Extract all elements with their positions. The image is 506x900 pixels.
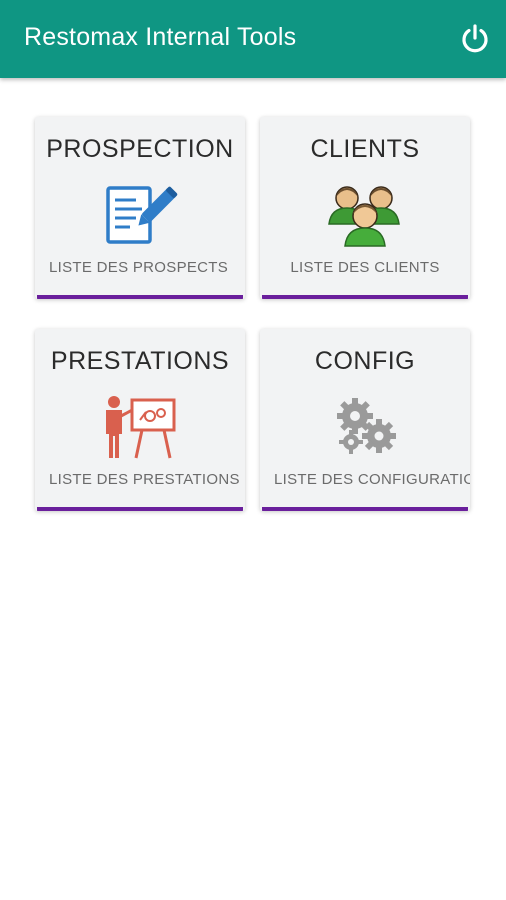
power-icon [462, 24, 488, 53]
tile-accent-bar [262, 295, 468, 299]
app-title: Restomax Internal Tools [24, 23, 297, 51]
tile-title: CONFIG [314, 347, 416, 375]
tile-title: PROSPECTION [46, 135, 234, 163]
tile-subtitle: LISTE DES CONFIGURATIONS [274, 471, 470, 488]
tile-title: PRESTATIONS [50, 347, 230, 375]
tile-accent-bar [262, 507, 468, 511]
tile-config[interactable]: CONFIG LISTE DES CONFIGURATIO [260, 329, 470, 511]
tile-accent-bar [37, 295, 243, 299]
power-button[interactable] [456, 20, 494, 58]
tile-prestations[interactable]: PRESTATIONS LISTE DES PRESTATIONS [35, 329, 245, 511]
tile-subtitle: LISTE DES PROSPECTS [49, 259, 229, 276]
tile-prospection[interactable]: PROSPECTION LISTE DES PROSPECTS [35, 117, 245, 299]
tile-title: CLIENTS [310, 135, 420, 163]
users-group-icon [320, 179, 410, 251]
app-bar: Restomax Internal Tools [0, 0, 506, 78]
tile-accent-bar [37, 507, 243, 511]
document-edit-icon [95, 179, 185, 251]
presentation-icon [95, 391, 185, 463]
gears-icon [320, 391, 410, 463]
tile-subtitle: LISTE DES CLIENTS [290, 259, 440, 276]
tile-subtitle: LISTE DES PRESTATIONS [49, 471, 240, 488]
tile-clients[interactable]: CLIENTS LISTE DES CLIENTS [260, 117, 470, 299]
